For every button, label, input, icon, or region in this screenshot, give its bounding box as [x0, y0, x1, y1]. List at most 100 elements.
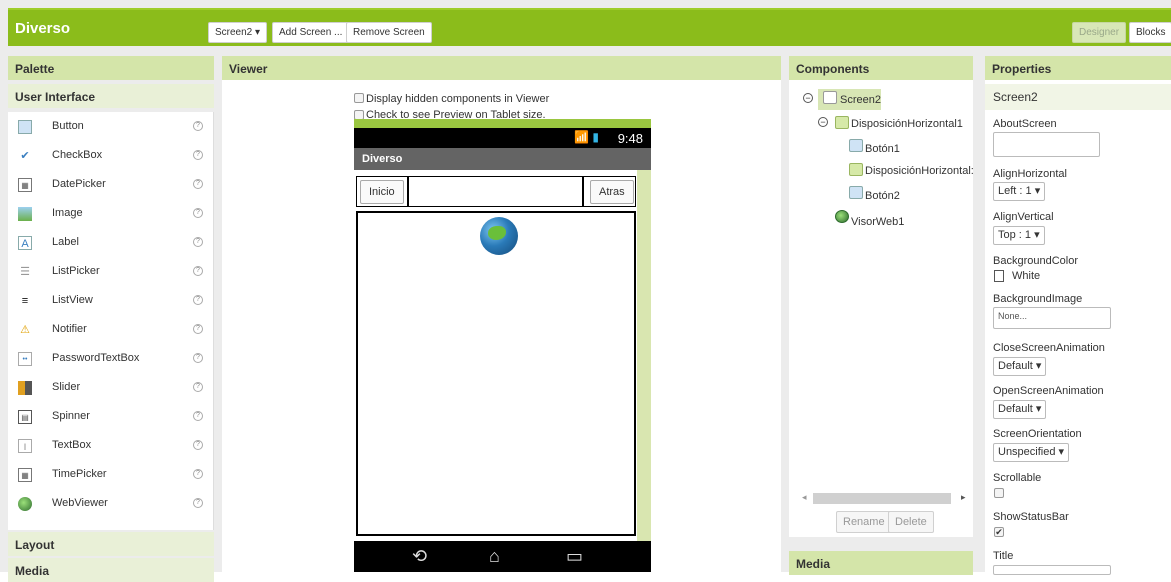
background-image-input[interactable]: None... — [993, 307, 1111, 329]
palette-item-textbox[interactable]: I TextBox ? — [8, 434, 214, 458]
help-icon[interactable]: ? — [193, 266, 203, 276]
add-screen-button[interactable]: Add Screen ... — [272, 22, 350, 43]
help-icon[interactable]: ? — [193, 469, 203, 479]
about-screen-input[interactable] — [993, 132, 1100, 157]
components-header: Components — [789, 56, 973, 80]
atras-button[interactable]: Atras — [590, 180, 634, 204]
palette-item-label: TextBox — [52, 439, 92, 451]
slider-icon — [18, 381, 32, 395]
phone-screen[interactable]: Inicio Atras — [354, 170, 637, 554]
palette-item-label: WebViewer — [52, 497, 108, 509]
title-label: Title — [993, 550, 1014, 562]
title-input[interactable] — [993, 565, 1111, 575]
tree-item-boton2[interactable]: Botón2 — [865, 190, 900, 202]
help-icon[interactable]: ? — [193, 121, 203, 131]
help-icon[interactable]: ? — [193, 440, 203, 450]
designer-button[interactable]: Designer — [1072, 22, 1127, 43]
palette-item-listpicker[interactable]: ☰ ListPicker ? — [8, 260, 214, 284]
palette-item-label: Button — [52, 120, 84, 132]
remove-screen-button[interactable]: Remove Screen — [346, 22, 432, 43]
web-viewer-component[interactable] — [356, 211, 636, 536]
collapse-icon[interactable]: − — [803, 93, 813, 103]
tree-item-visorweb1[interactable]: VisorWeb1 — [851, 216, 904, 228]
palette-item-checkbox[interactable]: ✔ CheckBox ? — [8, 144, 214, 168]
collapse-icon[interactable]: − — [818, 117, 828, 127]
palette-section-media[interactable]: Media — [8, 558, 214, 582]
screen-orientation-select[interactable]: Unspecified ▾ — [993, 443, 1070, 462]
rename-button[interactable]: Rename — [836, 511, 892, 533]
signal-battery-icon: 📶 ▮ — [574, 130, 599, 144]
scroll-left-icon[interactable]: ◂ — [802, 492, 807, 503]
help-icon[interactable]: ? — [193, 295, 203, 305]
horizontal-arrangement-icon — [849, 163, 863, 176]
palette-item-label: Label — [52, 236, 79, 248]
palette-item-label: PasswordTextBox — [52, 352, 140, 364]
color-swatch[interactable] — [994, 270, 1004, 282]
palette-item-image[interactable]: Image ? — [8, 202, 214, 226]
align-vertical-select[interactable]: Top : 1 ▾ — [993, 226, 1045, 245]
blocks-button[interactable]: Blocks — [1129, 22, 1171, 43]
help-icon[interactable]: ? — [193, 324, 203, 334]
palette-item-listview[interactable]: ≡ ListView ? — [8, 289, 214, 313]
inicio-button[interactable]: Inicio — [360, 180, 404, 204]
align-horizontal-select[interactable]: Left : 1 ▾ — [993, 182, 1046, 201]
image-icon — [18, 207, 32, 221]
password-icon: •• — [18, 352, 32, 366]
help-icon[interactable]: ? — [193, 411, 203, 421]
help-icon[interactable]: ? — [193, 237, 203, 247]
tree-item-horizontal2[interactable]: DisposiciónHorizontal: — [865, 165, 974, 177]
help-icon[interactable]: ? — [193, 179, 203, 189]
scrollable-label: Scrollable — [993, 472, 1042, 484]
palette-item-label[interactable]: A Label ? — [8, 231, 214, 255]
button-icon — [849, 139, 863, 152]
viewer-header: Viewer — [222, 56, 781, 80]
palette-item-spinner[interactable]: ▤ Spinner ? — [8, 405, 214, 429]
palette-item-notifier[interactable]: ⚠ Notifier ? — [8, 318, 214, 342]
scroll-right-icon[interactable]: ▸ — [961, 492, 966, 503]
palette-header: Palette — [8, 56, 214, 80]
phone-time: 9:48 — [617, 131, 643, 146]
back-icon: ⟲ — [412, 546, 428, 566]
about-screen-label: AboutScreen — [993, 118, 1057, 130]
align-horizontal-label: AlignHorizontal — [993, 168, 1067, 180]
datepicker-icon: ▦ — [18, 178, 32, 192]
horizontal-arrangement-2[interactable] — [407, 177, 584, 206]
open-screen-animation-select[interactable]: Default ▾ — [993, 400, 1047, 419]
globe-icon — [18, 497, 32, 511]
phone-status-bar: 📶 ▮ 9:48 — [354, 128, 651, 148]
tree-item-screen2[interactable]: Screen2 — [840, 94, 881, 106]
palette-item-datepicker[interactable]: ▦ DatePicker ? — [8, 173, 214, 197]
delete-button[interactable]: Delete — [888, 511, 934, 533]
palette-item-timepicker[interactable]: ▦ TimePicker ? — [8, 463, 214, 487]
palette-item-label: ListPicker — [52, 265, 100, 277]
phone-preview: 📶 ▮ 9:48 Diverso Inicio Atras ⟲ ⌂ ▭ — [354, 119, 651, 572]
show-status-bar-checkbox[interactable]: ✔ — [994, 527, 1004, 537]
palette-item-button[interactable]: Button ? — [8, 115, 214, 139]
help-icon[interactable]: ? — [193, 498, 203, 508]
button-icon — [849, 186, 863, 199]
help-icon[interactable]: ? — [193, 353, 203, 363]
palette-item-label: Spinner — [52, 410, 90, 422]
help-icon[interactable]: ? — [193, 150, 203, 160]
tree-item-boton1[interactable]: Botón1 — [865, 143, 900, 155]
palette-section-layout[interactable]: Layout — [8, 532, 214, 556]
help-icon[interactable]: ? — [193, 382, 203, 392]
checkbox-icon: ✔ — [20, 150, 30, 162]
screen-select[interactable]: Screen2 ▾ — [208, 22, 268, 43]
screen-orientation-label: ScreenOrientation — [993, 428, 1082, 440]
display-hidden-checkbox[interactable] — [354, 93, 364, 103]
close-screen-animation-label: CloseScreenAnimation — [993, 342, 1105, 354]
close-screen-animation-select[interactable]: Default ▾ — [993, 357, 1047, 376]
globe-icon — [835, 210, 849, 223]
palette-section-user-interface[interactable]: User Interface — [8, 84, 214, 108]
palette-item-webviewer[interactable]: WebViewer ? — [8, 492, 214, 516]
help-icon[interactable]: ? — [193, 208, 203, 218]
background-color-value[interactable]: White — [1012, 270, 1040, 282]
horizontal-arrangement-1[interactable]: Inicio Atras — [356, 176, 636, 207]
palette-item-passwordtextbox[interactable]: •• PasswordTextBox ? — [8, 347, 214, 371]
tree-item-horizontal1[interactable]: DisposiciónHorizontal1 — [851, 118, 963, 130]
scrollable-checkbox[interactable] — [994, 488, 1004, 498]
palette-item-slider[interactable]: Slider ? — [8, 376, 214, 400]
app-title: Diverso — [15, 20, 71, 37]
components-hscrollbar[interactable] — [813, 493, 951, 504]
